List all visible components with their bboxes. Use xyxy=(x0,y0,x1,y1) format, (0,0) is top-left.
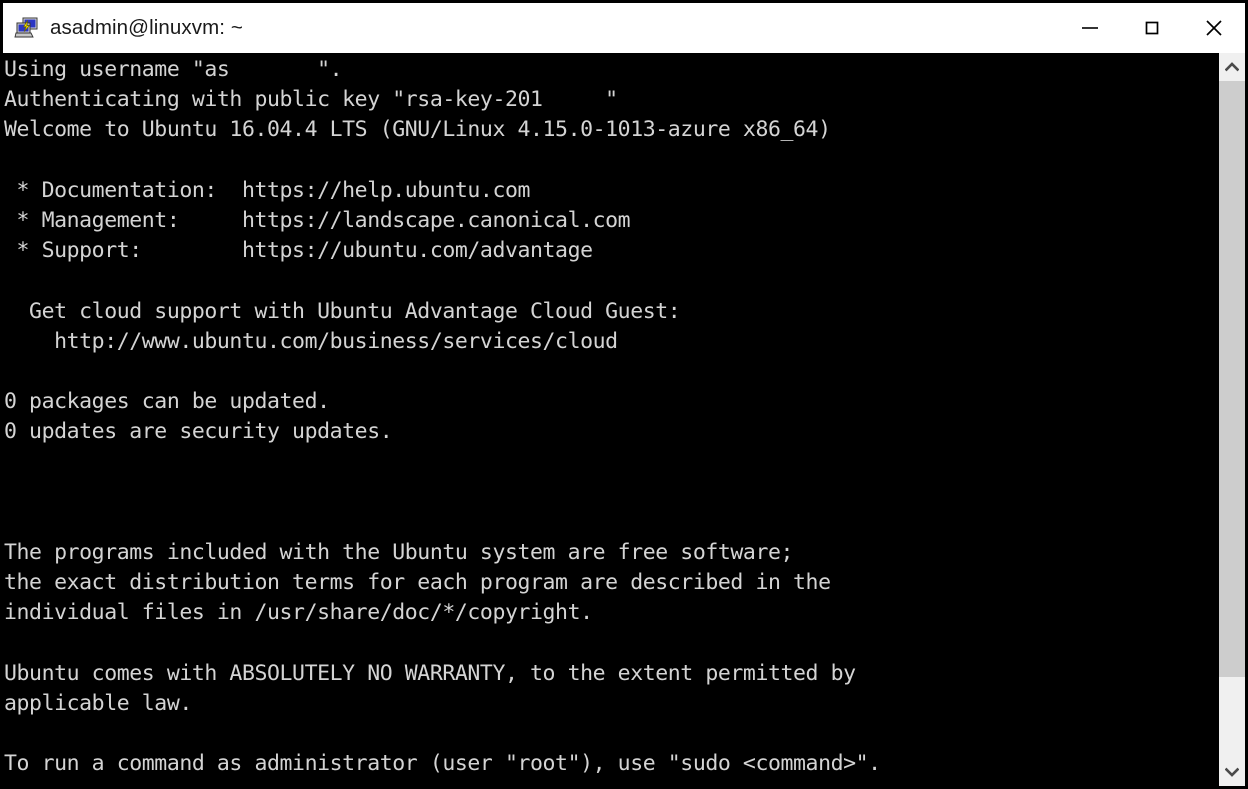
terminal-line: To run a command as administrator (user … xyxy=(4,751,881,777)
maximize-button[interactable] xyxy=(1121,3,1183,52)
terminal-line: * Documentation: https://help.ubuntu.com xyxy=(4,177,531,203)
terminal-line: Authenticating with public key "rsa-key-… xyxy=(4,85,1218,115)
putty-icon xyxy=(14,15,40,41)
terminal-line: Using username "as ". xyxy=(4,55,1218,85)
terminal-line: Get cloud support with Ubuntu Advantage … xyxy=(4,298,681,324)
terminal-line: Ubuntu comes with ABSOLUTELY NO WARRANTY… xyxy=(4,660,856,686)
scroll-down-button[interactable] xyxy=(1219,758,1245,786)
terminal-line: individual files in /usr/share/doc/*/cop… xyxy=(4,600,593,626)
close-icon xyxy=(1206,19,1222,36)
terminal-line: http://www.ubuntu.com/business/services/… xyxy=(4,328,618,354)
title-bar[interactable]: asadmin@linuxvm: ~ xyxy=(3,3,1245,53)
terminal-text: ". xyxy=(317,57,343,82)
terminal-line: 0 updates are security updates. xyxy=(4,419,393,445)
terminal-line: * Support: https://ubuntu.com/advantage xyxy=(4,238,594,264)
close-button[interactable] xyxy=(1183,3,1245,52)
scroll-up-button[interactable] xyxy=(1219,53,1245,81)
terminal-line: applicable law. xyxy=(4,690,192,716)
terminal-text: Using username "as xyxy=(4,57,230,82)
terminal-line: * Management: https://landscape.canonica… xyxy=(4,207,631,233)
window-controls xyxy=(1059,3,1245,52)
terminal-text: Authenticating with public key "rsa-key-… xyxy=(4,87,543,113)
terminal-text: " xyxy=(605,87,618,113)
terminal-line: 0 packages can be updated. xyxy=(4,389,330,415)
terminal-line: The programs included with the Ubuntu sy… xyxy=(4,540,794,565)
minimize-button[interactable] xyxy=(1059,3,1121,52)
chevron-up-icon xyxy=(1225,62,1239,72)
minimize-icon xyxy=(1082,26,1098,29)
terminal-line: Welcome to Ubuntu 16.04.4 LTS (GNU/Linux… xyxy=(4,117,831,143)
terminal-line: the exact distribution terms for each pr… xyxy=(4,570,831,596)
putty-icon-glyph xyxy=(14,17,38,37)
window-title: asadmin@linuxvm: ~ xyxy=(50,15,243,39)
scrollbar-track[interactable] xyxy=(1219,81,1245,758)
redacted-text xyxy=(229,57,317,82)
maximize-icon xyxy=(1145,21,1159,34)
terminal-scrollbar[interactable] xyxy=(1218,53,1245,786)
putty-terminal-window: asadmin@linuxvm: ~ Using username "as ".… xyxy=(0,0,1248,789)
redacted-text xyxy=(543,87,606,112)
terminal-area: Using username "as ". Authenticating with… xyxy=(3,53,1245,786)
chevron-down-icon xyxy=(1225,767,1239,777)
terminal-output[interactable]: Using username "as ". Authenticating with… xyxy=(3,53,1218,786)
scrollbar-thumb[interactable] xyxy=(1219,81,1245,677)
